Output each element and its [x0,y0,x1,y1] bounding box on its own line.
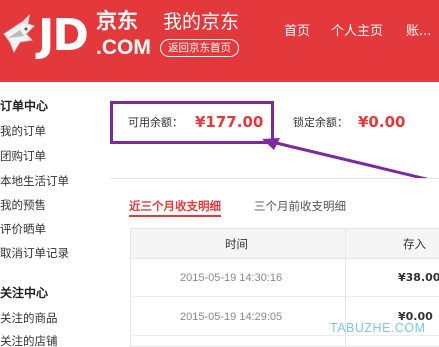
frozen-balance-label: 锁定余额： [293,116,348,129]
page-title: 我的京东 [163,11,240,33]
sidebar-item-followed-shops[interactable]: 关注的店铺 [0,333,58,347]
sidebar [0,82,110,347]
sidebar-heading-orders: 订单中心 [0,99,49,113]
column-header-time: 时间 [225,237,248,251]
tab-recent-three-months[interactable]: 近三个月收支明细 [129,198,221,217]
row-time: 2015-05-19 14:30:16 [180,272,283,284]
jd-logo[interactable]: JD 京东 .COM [0,0,160,82]
nav-home-link[interactable]: 首页 [284,23,310,41]
sidebar-item-my-orders[interactable]: 我的订单 [0,123,46,139]
table-header-row: 时间 存入 [131,229,439,259]
column-header-deposit: 存入 [403,237,426,251]
watermark: TABUZHE.COM [330,321,426,335]
nav-profile-link[interactable]: 个人主页 [331,23,383,41]
top-header-bar: JD 京东 .COM 我的京东 返回京东首页 首页 个人主页 账... [0,0,439,82]
sidebar-item-cancel-records[interactable]: 取消订单记录 [0,245,69,261]
sidebar-item-reviews[interactable]: 评价晒单 [0,221,46,237]
row-time: 2015-05-19 14:29:05 [180,311,283,323]
frozen-balance-value: ¥0.00 [358,113,406,131]
available-balance-label: 可用余额： [128,116,183,129]
sidebar-item-local-orders[interactable]: 本地生活订单 [0,173,69,189]
sidebar-item-presale[interactable]: 我的预售 [0,197,46,213]
logo-cn-text: 京东 [96,9,138,33]
sidebar-item-followed-products[interactable]: 关注的商品 [0,310,58,326]
table-row: 2015-05-19 14:30:16 ¥38.00 [131,259,439,297]
sidebar-item-group-orders[interactable]: 团购订单 [0,148,46,164]
available-balance-value: ¥177.00 [195,113,264,131]
back-to-home-button[interactable]: 返回京东首页 [160,39,239,57]
dog-mascot-icon [3,14,35,54]
sidebar-heading-follow: 关注中心 [0,286,49,300]
logo-jd-text: JD [38,10,89,61]
row-deposit-amount: ¥38.00 [398,271,439,284]
tab-older-than-three-months[interactable]: 三个月前收支明细 [254,198,346,214]
logo-com-text: .COM [96,36,151,59]
nav-account-link[interactable]: 账... [406,23,431,41]
